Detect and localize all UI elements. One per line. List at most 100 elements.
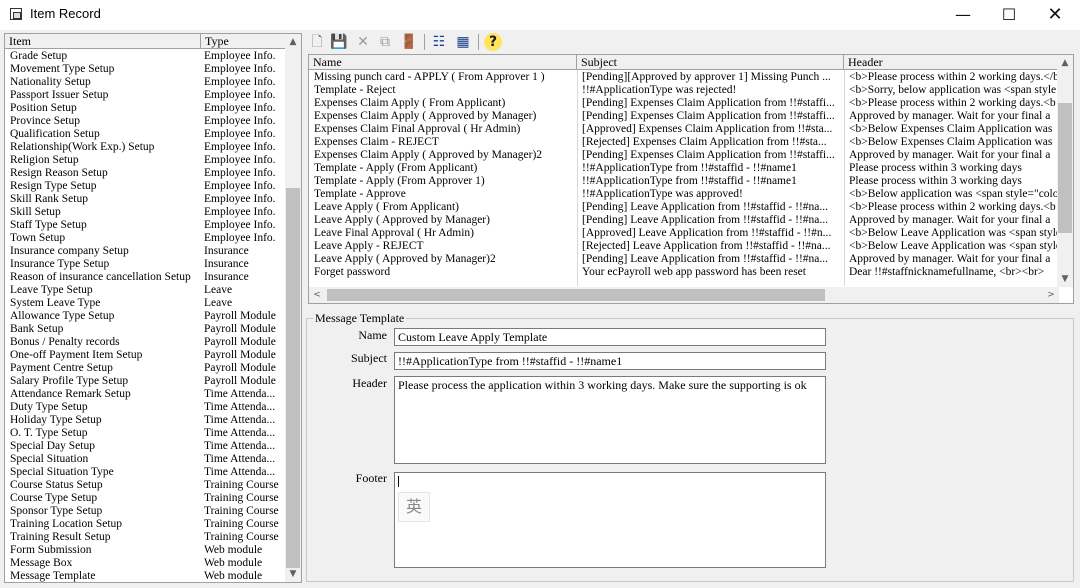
- list-item[interactable]: Bonus / Penalty records Payroll Module: [5, 336, 287, 349]
- table-row[interactable]: Leave Apply ( Approved by Manager) [Pendi…: [309, 214, 1059, 227]
- text-caret: [398, 476, 399, 487]
- footer-textarea[interactable]: [394, 472, 826, 568]
- name-field[interactable]: Custom Leave Apply Template: [394, 328, 826, 346]
- list-item[interactable]: Resign Reason Setup Employee Info.: [5, 167, 287, 180]
- list-item[interactable]: Form Submission Web module: [5, 544, 287, 557]
- list-item[interactable]: Reason of insurance cancellation Setup In…: [5, 271, 287, 284]
- scrollbar-thumb[interactable]: [1058, 103, 1072, 233]
- table-row[interactable]: Template - Apply (From Applicant) !!#Appl…: [309, 162, 1059, 175]
- table-row[interactable]: Expenses Claim Final Approval ( Hr Admin…: [309, 123, 1059, 136]
- column-header-name[interactable]: Name: [309, 55, 577, 70]
- table-row[interactable]: Template - Approve !!#ApplicationType was…: [309, 188, 1059, 201]
- item-list-scrollbar[interactable]: ▲ ▼: [285, 34, 301, 582]
- table-row[interactable]: Leave Apply ( Approved by Manager)2 [Pend…: [309, 253, 1059, 266]
- save-icon[interactable]: 💾: [330, 33, 348, 51]
- list-item[interactable]: Insurance company Setup Insurance: [5, 245, 287, 258]
- item-list[interactable]: Item Type Grade Setup Employee Info. Movem…: [4, 33, 302, 583]
- item-type-cell: Payroll Module: [204, 349, 276, 361]
- list-item[interactable]: Allowance Type Setup Payroll Module: [5, 310, 287, 323]
- list-item[interactable]: Duty Type Setup Time Attenda...: [5, 401, 287, 414]
- footer-label: Footer: [355, 471, 387, 485]
- templates-grid[interactable]: Name Subject Header Missing punch card -…: [308, 54, 1074, 304]
- list-item[interactable]: Passport Issuer Setup Employee Info.: [5, 89, 287, 102]
- list-item[interactable]: Training Location Setup Training Course: [5, 518, 287, 531]
- list-item[interactable]: Province Setup Employee Info.: [5, 115, 287, 128]
- list-item[interactable]: Nationality Setup Employee Info.: [5, 76, 287, 89]
- list-item[interactable]: Message Box Web module: [5, 557, 287, 570]
- list-item[interactable]: Bank Setup Payroll Module: [5, 323, 287, 336]
- list-item[interactable]: Training Result Setup Training Course: [5, 531, 287, 544]
- table-row[interactable]: Leave Apply ( From Applicant) [Pending] L…: [309, 201, 1059, 214]
- list-item[interactable]: Qualification Setup Employee Info.: [5, 128, 287, 141]
- table-row[interactable]: Expenses Claim Apply ( From Applicant) [P…: [309, 97, 1059, 110]
- help-icon[interactable]: ?: [484, 33, 502, 51]
- list-item[interactable]: Course Status Setup Training Course: [5, 479, 287, 492]
- table-row[interactable]: Template - Apply (From Approver 1) !!#App…: [309, 175, 1059, 188]
- scrollbar-thumb[interactable]: [286, 188, 300, 568]
- column-header-item[interactable]: Item: [5, 34, 201, 49]
- list-item[interactable]: Grade Setup Employee Info.: [5, 50, 287, 63]
- table-row[interactable]: Forget password Your ecPayroll web app pa…: [309, 266, 1059, 279]
- table-row[interactable]: Missing punch card - APPLY ( From Approv…: [309, 71, 1059, 84]
- maximize-button[interactable]: ☐: [986, 0, 1032, 30]
- grid-view-icon[interactable]: ▦: [454, 33, 472, 51]
- list-item[interactable]: Payment Centre Setup Payroll Module: [5, 362, 287, 375]
- item-name-cell: Staff Type Setup: [10, 219, 87, 231]
- list-item[interactable]: Position Setup Employee Info.: [5, 102, 287, 115]
- list-item[interactable]: O. T. Type Setup Time Attenda...: [5, 427, 287, 440]
- column-header-type[interactable]: Type: [201, 34, 287, 49]
- table-row[interactable]: Expenses Claim - REJECT [Rejected] Expens…: [309, 136, 1059, 149]
- list-item[interactable]: Religion Setup Employee Info.: [5, 154, 287, 167]
- scroll-right-icon[interactable]: >: [1043, 287, 1059, 303]
- list-item[interactable]: Skill Setup Employee Info.: [5, 206, 287, 219]
- table-row[interactable]: Leave Apply - REJECT [Rejected] Leave App…: [309, 240, 1059, 253]
- template-header-cell: Please process within 3 working days: [849, 162, 1022, 174]
- list-item[interactable]: Town Setup Employee Info.: [5, 232, 287, 245]
- list-item[interactable]: Special Situation Time Attenda...: [5, 453, 287, 466]
- scroll-down-icon[interactable]: ▼: [285, 566, 301, 582]
- minimize-button[interactable]: —: [940, 0, 986, 30]
- column-header-subject[interactable]: Subject: [577, 55, 844, 70]
- list-item[interactable]: Staff Type Setup Employee Info.: [5, 219, 287, 232]
- group-legend: Message Template: [313, 311, 407, 326]
- header-textarea[interactable]: Please process the application within 3 …: [394, 376, 826, 464]
- scrollbar-thumb[interactable]: [327, 289, 825, 301]
- close-button[interactable]: ✕: [1032, 0, 1078, 30]
- list-item[interactable]: Sponsor Type Setup Training Course: [5, 505, 287, 518]
- list-item[interactable]: Movement Type Setup Employee Info.: [5, 63, 287, 76]
- list-item[interactable]: Message Template Web module: [5, 570, 287, 582]
- list-item[interactable]: Course Type Setup Training Course: [5, 492, 287, 505]
- scroll-up-icon[interactable]: ▲: [285, 34, 301, 50]
- subject-field[interactable]: !!#ApplicationType from !!#staffid - !!#…: [394, 352, 826, 370]
- list-item[interactable]: Insurance Type Setup Insurance: [5, 258, 287, 271]
- list-item[interactable]: Relationship(Work Exp.) Setup Employee In…: [5, 141, 287, 154]
- list-item[interactable]: Holiday Type Setup Time Attenda...: [5, 414, 287, 427]
- list-item[interactable]: Salary Profile Type Setup Payroll Module: [5, 375, 287, 388]
- list-item[interactable]: One-off Payment Item Setup Payroll Module: [5, 349, 287, 362]
- copy-icon[interactable]: ⧉: [376, 33, 394, 51]
- list-item[interactable]: Skill Rank Setup Employee Info.: [5, 193, 287, 206]
- scroll-down-icon[interactable]: ▼: [1057, 271, 1073, 287]
- table-row[interactable]: Template - Reject !!#ApplicationType was …: [309, 84, 1059, 97]
- list-item[interactable]: Leave Type Setup Leave: [5, 284, 287, 297]
- exit-door-icon[interactable]: 🚪: [400, 33, 418, 51]
- list-item[interactable]: Attendance Remark Setup Time Attenda...: [5, 388, 287, 401]
- scroll-left-icon[interactable]: <: [309, 287, 325, 303]
- list-item[interactable]: Special Day Setup Time Attenda...: [5, 440, 287, 453]
- list-view-icon[interactable]: ☷: [430, 33, 448, 51]
- templates-grid-vscrollbar[interactable]: ▲ ▼: [1057, 55, 1073, 287]
- subject-label: Subject: [351, 351, 387, 365]
- scroll-up-icon[interactable]: ▲: [1057, 55, 1073, 71]
- column-header-header[interactable]: Header: [844, 55, 1059, 70]
- table-row[interactable]: Leave Final Approval ( Hr Admin) [Approve…: [309, 227, 1059, 240]
- delete-icon[interactable]: ✕: [354, 33, 372, 51]
- list-item[interactable]: Resign Type Setup Employee Info.: [5, 180, 287, 193]
- table-row[interactable]: Expenses Claim Apply ( Approved by Manag…: [309, 149, 1059, 162]
- templates-grid-hscrollbar[interactable]: < >: [309, 287, 1059, 303]
- table-row[interactable]: Expenses Claim Apply ( Approved by Manag…: [309, 110, 1059, 123]
- list-item[interactable]: System Leave Type Leave: [5, 297, 287, 310]
- template-subject-cell: [Pending] Expenses Claim Application fro…: [582, 110, 835, 122]
- template-header-cell: <b>Below application was <span style="co…: [849, 188, 1059, 200]
- list-item[interactable]: Special Situation Type Time Attenda...: [5, 466, 287, 479]
- new-icon[interactable]: 🗋: [308, 33, 326, 51]
